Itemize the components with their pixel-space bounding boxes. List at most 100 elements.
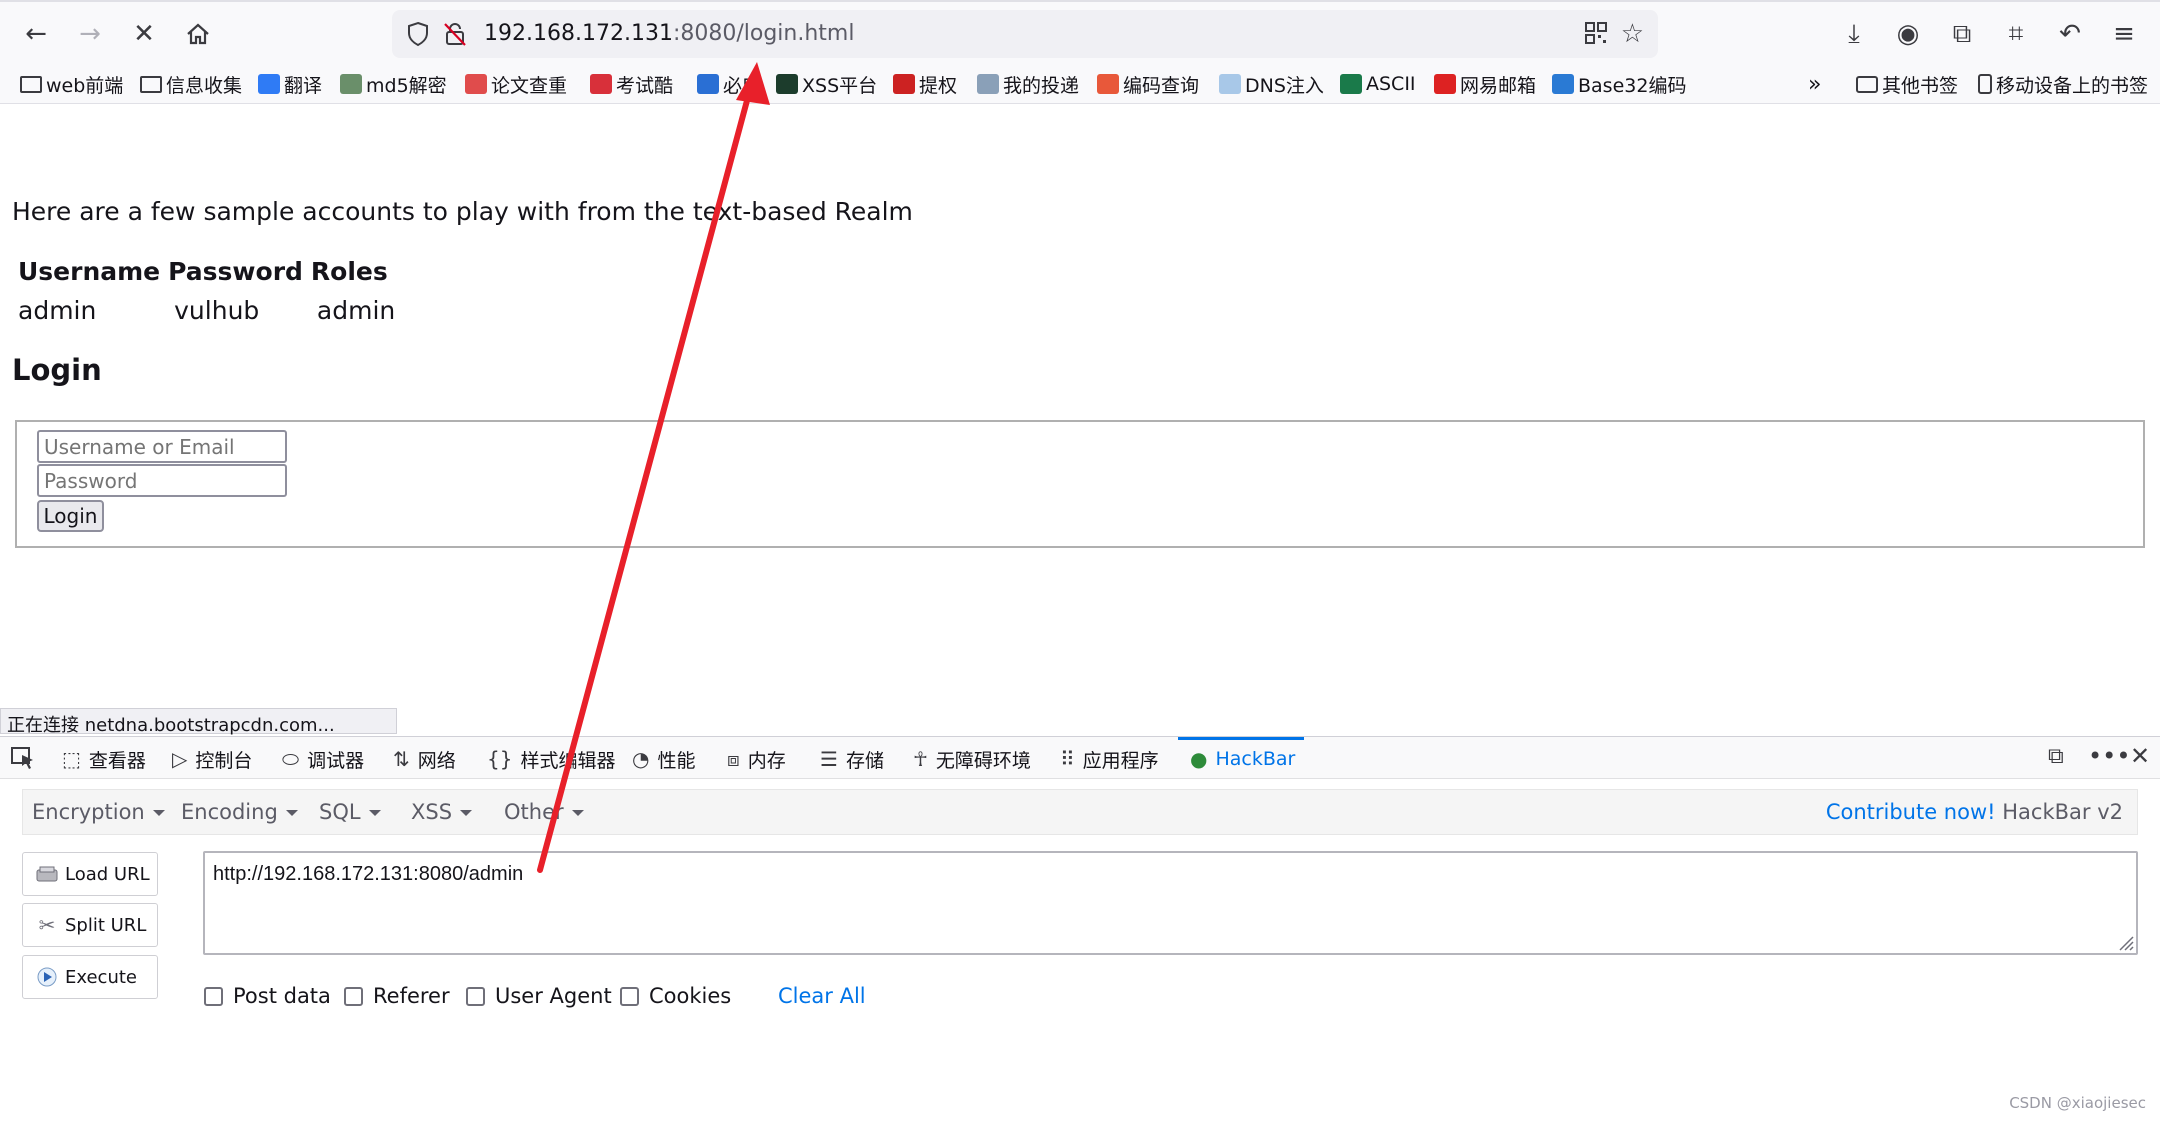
bookmark-item[interactable]: 信息收集: [140, 71, 242, 97]
watermark: CSDN @xiaojiesec: [2009, 1094, 2146, 1112]
extensions-icon[interactable]: ⧉: [1942, 14, 1982, 54]
devtools-tab[interactable]: ⬭ 调试器: [282, 746, 364, 772]
close-devtools-icon[interactable]: ✕: [2130, 742, 2150, 770]
bookmark-item[interactable]: Base32编码: [1552, 71, 1686, 97]
qr-code-icon[interactable]: [1584, 21, 1608, 49]
devtools-tab[interactable]: ☰ 存储: [820, 746, 884, 772]
search-icon: [697, 74, 719, 94]
devtools-tab[interactable]: ☥ 无障碍环境: [913, 746, 1031, 772]
bookmark-item[interactable]: 网易邮箱: [1434, 71, 1536, 97]
menu-xss[interactable]: XSS: [411, 800, 473, 824]
bookmark-item[interactable]: 我的投递: [977, 71, 1079, 97]
folder-icon: [1856, 75, 1878, 93]
download-icon[interactable]: ⤓: [1834, 14, 1874, 54]
bookmark-label: 信息收集: [166, 74, 243, 97]
contribute-link[interactable]: Contribute now! HackBar v2: [1826, 800, 2123, 824]
back-icon[interactable]: ←: [16, 14, 56, 54]
insecure-lock-icon[interactable]: [442, 21, 468, 51]
bookmark-item[interactable]: 考试酷: [590, 71, 673, 97]
execute-label: Execute: [65, 966, 137, 988]
table-cell: admin: [18, 296, 97, 325]
url-textarea[interactable]: http://192.168.172.131:8080/admin: [203, 851, 2138, 955]
post-data-checkbox[interactable]: Post data: [204, 984, 331, 1008]
bookmark-star-icon[interactable]: ☆: [1621, 19, 1644, 49]
username-input[interactable]: [37, 430, 287, 463]
bookmark-item[interactable]: 论文查重: [465, 71, 567, 97]
table-header: Username: [18, 257, 161, 286]
devtools-tab-label: 控制台: [195, 749, 253, 772]
menu-other[interactable]: Other: [504, 800, 584, 824]
url-value: http://192.168.172.131:8080/admin: [213, 863, 524, 885]
bookmark-item[interactable]: 编码查询: [1097, 71, 1199, 97]
menu-sql[interactable]: SQL: [319, 800, 381, 824]
bookmark-item[interactable]: 其他书签: [1856, 71, 1958, 97]
bookmark-label: 提权: [919, 74, 958, 97]
memory-icon: ⧈: [727, 747, 740, 771]
devtools-tab[interactable]: ⠿ 应用程序: [1060, 746, 1159, 772]
load-url-button[interactable]: Load URL: [22, 852, 158, 896]
bookmark-item[interactable]: 提权: [893, 71, 957, 97]
screenshot-crop-icon[interactable]: ⌗: [1996, 14, 2036, 54]
devtools-tab[interactable]: ● HackBar: [1190, 746, 1295, 772]
cookies-checkbox[interactable]: Cookies: [620, 984, 731, 1008]
bookmark-label: 编码查询: [1123, 74, 1200, 97]
bookmark-item[interactable]: XSS平台: [776, 71, 877, 97]
bookmark-item[interactable]: ASCII: [1340, 71, 1416, 97]
undo-icon[interactable]: ↶: [2050, 14, 2090, 54]
pick-element-icon[interactable]: [10, 746, 36, 774]
menu-encryption[interactable]: Encryption: [32, 800, 165, 824]
devtools-tab[interactable]: ⧈ 内存: [727, 746, 786, 772]
devtools-tab-label: HackBar: [1215, 748, 1296, 770]
shield-icon[interactable]: [406, 21, 430, 51]
clear-all-link[interactable]: Clear All: [778, 984, 866, 1008]
table-header: Password: [168, 257, 303, 286]
more-bookmarks-icon[interactable]: »: [1808, 71, 1821, 97]
bookmark-item[interactable]: web前端: [20, 71, 123, 97]
execute-button[interactable]: Execute: [22, 955, 158, 999]
split-url-button[interactable]: ✂ Split URL: [22, 903, 158, 947]
bookmark-label: XSS平台: [802, 74, 878, 97]
resize-handle-icon[interactable]: [2116, 933, 2134, 951]
devtools-tab[interactable]: ▷ 控制台: [172, 746, 252, 772]
style-editor-icon: {}: [487, 747, 513, 771]
ascii-icon: [1340, 74, 1362, 94]
devtools-tab[interactable]: ◔ 性能: [632, 746, 695, 772]
bookmark-item[interactable]: 翻译: [258, 71, 322, 97]
translate-icon: [258, 74, 280, 94]
active-tab-indicator: [1178, 737, 1304, 740]
menu-encoding[interactable]: Encoding: [181, 800, 298, 824]
devtools-tab[interactable]: ⇅ 网络: [393, 746, 456, 772]
menu-icon[interactable]: ≡: [2104, 14, 2144, 54]
dock-toggle-icon[interactable]: ⧉: [2048, 744, 2064, 769]
bookmark-item[interactable]: 移动设备上的书签: [1978, 71, 2148, 97]
browser-toolbar: ← → ✕ 192.168.172.131:8080/login.html ☆ …: [0, 0, 2160, 64]
devtools-tab-label: 应用程序: [1082, 749, 1159, 772]
login-button[interactable]: Login: [37, 500, 104, 532]
referer-checkbox[interactable]: Referer: [344, 984, 450, 1008]
bookmark-item[interactable]: md5解密: [340, 71, 447, 97]
hackbar-icon: ●: [1190, 747, 1208, 771]
devtools-tab[interactable]: {} 样式编辑器: [487, 746, 615, 772]
devtools-tab-label: 查看器: [88, 749, 146, 772]
devtools-tab[interactable]: ⬚ 查看器: [62, 746, 146, 772]
bookmark-item[interactable]: DNS注入: [1219, 71, 1324, 97]
bookmark-item[interactable]: 必应: [697, 71, 761, 97]
user-agent-checkbox[interactable]: User Agent: [466, 984, 612, 1008]
more-options-icon[interactable]: •••: [2088, 742, 2130, 770]
password-input[interactable]: [37, 464, 287, 497]
hackbar-menu: Encryption Encoding SQL XSS Other Contri…: [22, 789, 2138, 835]
stop-loading-icon[interactable]: ✕: [124, 14, 164, 54]
bookmarks-bar: web前端 信息收集 翻译 md5解密 论文查重 考试酷 必应 XSS平台 提权 我的投递 编码查询…: [0, 64, 2160, 104]
bookmark-label: md5解密: [366, 74, 447, 97]
home-icon[interactable]: [178, 14, 218, 54]
url-bar[interactable]: 192.168.172.131:8080/login.html ☆: [392, 10, 1658, 58]
devtools-tab-label: 无障碍环境: [935, 749, 1031, 772]
bookmark-label: Base32编码: [1578, 74, 1687, 97]
encode-icon: [1097, 74, 1119, 94]
exam-icon: [590, 74, 612, 94]
bookmark-label: 翻译: [284, 74, 323, 97]
forward-icon[interactable]: →: [70, 14, 110, 54]
devtools-tab-label: 性能: [657, 749, 696, 772]
status-line: 正在连接 netdna.bootstrapcdn.com...: [0, 708, 397, 736]
account-icon[interactable]: ◉: [1888, 14, 1928, 54]
